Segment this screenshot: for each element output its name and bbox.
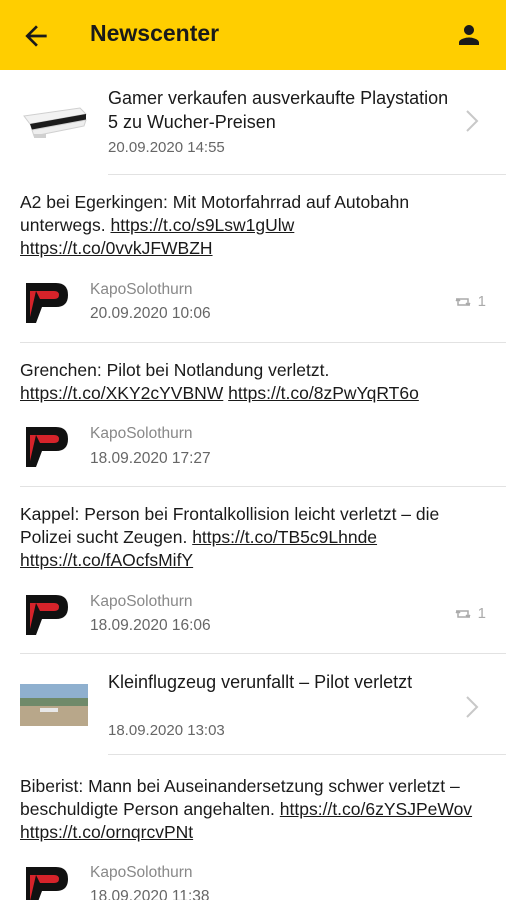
tweet-link[interactable]: https://t.co/0vvkJFWBZH	[20, 238, 213, 258]
tweet-link[interactable]: https://t.co/6zYSJPeWov	[280, 799, 472, 819]
tweet-link[interactable]: https://t.co/s9Lsw1gUlw	[110, 215, 294, 235]
tweet-row[interactable]: A2 bei Egerkingen: Mit Motorfahrrad auf …	[0, 175, 506, 343]
article-headline: Kleinflugzeug verunfallt – Pilot verletz…	[108, 672, 413, 692]
tweet-date: 18.09.2020 16:06	[90, 617, 211, 634]
retweet-icon	[455, 297, 471, 306]
tweet-text: Grenchen: Pilot bei Notlandung verletzt.…	[20, 359, 490, 405]
page-title: Newscenter	[90, 20, 220, 46]
tweet-link[interactable]: https://t.co/8zPwYqRT6o	[228, 383, 419, 403]
retweet-count: 1	[454, 293, 486, 310]
arrow-left-icon[interactable]	[20, 20, 52, 52]
person-icon[interactable]	[454, 20, 484, 50]
article-row[interactable]: Kleinflugzeug verunfallt – Pilot verletz…	[0, 654, 506, 755]
tweet-date: 18.09.2020 11:38	[90, 888, 210, 900]
chevron-right-icon	[466, 696, 479, 718]
tweet-author: KapoSolothurn	[90, 593, 193, 610]
tweet-row[interactable]: Kappel: Person bei Frontalkollision leic…	[0, 487, 506, 654]
tweet-text: A2 bei Egerkingen: Mit Motorfahrrad auf …	[20, 191, 490, 260]
kapo-logo-icon	[26, 427, 68, 467]
tweet-author: KapoSolothurn	[90, 281, 193, 298]
tweet-date: 20.09.2020 10:06	[90, 305, 211, 322]
news-feed[interactable]: Gamer verkaufen ausverkaufte Playstation…	[0, 70, 506, 900]
article-row[interactable]: Gamer verkaufen ausverkaufte Playstation…	[0, 70, 506, 175]
tweet-author: KapoSolothurn	[90, 864, 193, 881]
article-headline: Gamer verkaufen ausverkaufte Playstation…	[108, 88, 449, 132]
retweet-count-value: 1	[477, 293, 486, 310]
tweet-link[interactable]: https://t.co/XKY2cYVBNW	[20, 383, 223, 403]
kapo-logo-icon	[26, 283, 68, 323]
retweet-count-value: 1	[477, 605, 486, 622]
field-thumbnail	[20, 684, 88, 726]
chevron-right-icon	[466, 110, 479, 132]
tweet-link[interactable]: https://t.co/ornqrcvPNt	[20, 822, 193, 842]
kapo-logo-icon	[26, 867, 68, 900]
retweet-count: 1	[454, 605, 486, 622]
article-date: 18.09.2020 13:03	[108, 722, 225, 739]
tweet-text: Kappel: Person bei Frontalkollision leic…	[20, 503, 490, 572]
retweet-icon	[455, 609, 471, 618]
tweet-link[interactable]: https://t.co/fAOcfsMifY	[20, 550, 193, 570]
tweet-row[interactable]: Grenchen: Pilot bei Notlandung verletzt.…	[0, 343, 506, 487]
app-bar: Newscenter	[0, 0, 506, 70]
tweet-date: 18.09.2020 17:27	[90, 450, 211, 467]
tweet-text: Biberist: Mann bei Auseinandersetzung sc…	[20, 775, 490, 844]
tweet-body: Grenchen: Pilot bei Notlandung verletzt.	[20, 360, 330, 380]
tweet-link[interactable]: https://t.co/TB5c9Lhnde	[192, 527, 377, 547]
playstation-5-thumbnail	[20, 98, 90, 142]
article-date: 20.09.2020 14:55	[108, 139, 225, 156]
tweet-author: KapoSolothurn	[90, 425, 193, 442]
tweet-row[interactable]: Biberist: Mann bei Auseinandersetzung sc…	[0, 755, 506, 900]
kapo-logo-icon	[26, 595, 68, 635]
